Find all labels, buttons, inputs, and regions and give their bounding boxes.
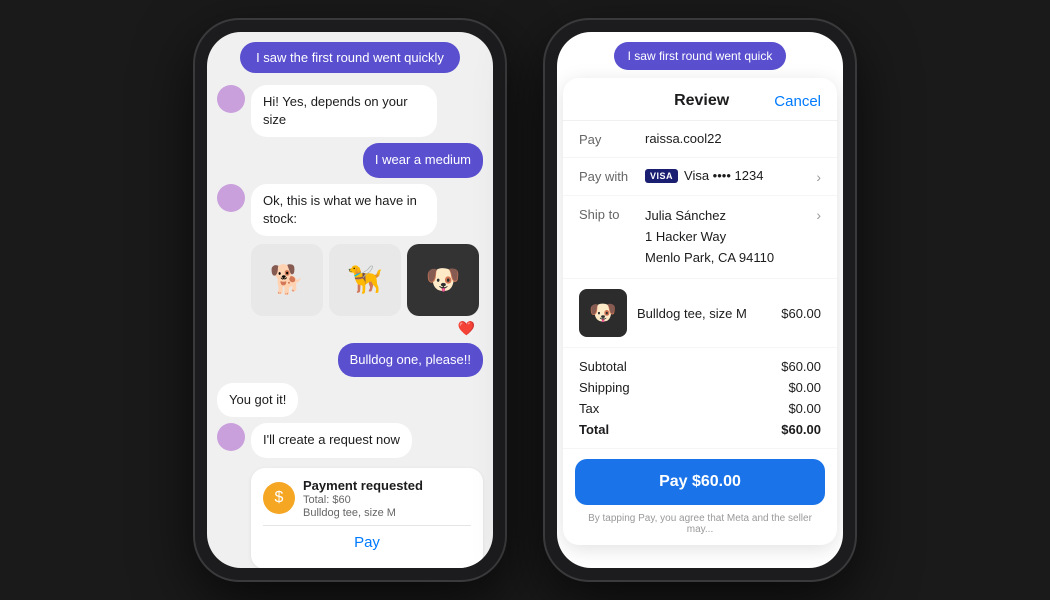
bubble-incoming: Hi! Yes, depends on your size xyxy=(251,85,437,137)
ship-to-label: Ship to xyxy=(579,206,637,222)
pay-button-chat[interactable]: Pay xyxy=(263,525,471,559)
shipping-label: Shipping xyxy=(579,380,630,395)
dog-shirt-icon-2: 🦮 xyxy=(329,244,401,316)
pay-value: raissa.cool22 xyxy=(645,131,821,146)
review-header-bubble: I saw first round went quick xyxy=(614,42,787,70)
product-images: 🐕 🦮 🐶 xyxy=(251,244,483,316)
message-row: Ok, this is what we have in stock: xyxy=(217,184,483,236)
payment-card: $ Payment requested Total: $60 Bulldog t… xyxy=(251,468,483,569)
cancel-button[interactable]: Cancel xyxy=(774,93,821,110)
avatar xyxy=(217,184,245,212)
chat-header-bubble: I saw the first round went quickly xyxy=(240,42,460,73)
pay-label: Pay xyxy=(579,131,637,147)
message-row: Hi! Yes, depends on your size xyxy=(217,85,483,137)
shipping-value: $0.00 xyxy=(788,380,821,395)
chevron-right-icon: › xyxy=(816,207,821,223)
bulldog-shirt-icon: 🐶 xyxy=(407,244,479,316)
tax-value: $0.00 xyxy=(788,401,821,416)
bubble-incoming: I'll create a request now xyxy=(251,423,412,457)
pay-with-row[interactable]: Pay with VISA Visa •••• 1234 › xyxy=(563,158,837,196)
product-thumbnail: 🐶 xyxy=(579,289,627,337)
avatar xyxy=(217,85,245,113)
chevron-right-icon: › xyxy=(816,169,821,185)
product-image-2[interactable]: 🦮 xyxy=(329,244,401,316)
payment-item: Bulldog tee, size M xyxy=(303,507,423,519)
message-row: I'll create a request now xyxy=(217,423,483,457)
ship-name: Julia Sánchez xyxy=(645,208,726,223)
product-row: 🐶 Bulldog tee, size M $60.00 xyxy=(563,279,837,348)
review-panel: Review Cancel Pay raissa.cool22 Pay with… xyxy=(563,78,837,545)
fine-print: By tapping Pay, you agree that Meta and … xyxy=(563,513,837,545)
total-label: Total xyxy=(579,422,609,437)
total-row: Total $60.00 xyxy=(579,419,821,440)
bubble-outgoing: I wear a medium xyxy=(363,143,483,177)
review-phone: I saw first round went quick Review Canc… xyxy=(545,20,855,580)
bubble-incoming: You got it! xyxy=(217,383,298,417)
visa-card-number: Visa •••• 1234 xyxy=(684,168,763,183)
ship-to-row[interactable]: Ship to Julia Sánchez 1 Hacker Way Menlo… xyxy=(563,196,837,279)
bubble-incoming: Ok, this is what we have in stock: xyxy=(251,184,437,236)
payment-total: Total: $60 xyxy=(303,494,423,506)
product-name: Bulldog tee, size M xyxy=(637,306,771,321)
ship-address1: 1 Hacker Way xyxy=(645,229,726,244)
subtotal-row: Subtotal $60.00 xyxy=(579,356,821,377)
shipping-row: Shipping $0.00 xyxy=(579,377,821,398)
avatar xyxy=(217,423,245,451)
heart-emoji: ❤️ xyxy=(217,320,483,337)
message-row: You got it! xyxy=(217,383,483,417)
chat-messages: Hi! Yes, depends on your size I wear a m… xyxy=(207,81,493,568)
total-value: $60.00 xyxy=(781,422,821,437)
tax-label: Tax xyxy=(579,401,599,416)
pay-row: Pay raissa.cool22 xyxy=(563,121,837,158)
tax-row: Tax $0.00 xyxy=(579,398,821,419)
product-image-3[interactable]: 🐶 xyxy=(407,244,479,316)
pay-with-label: Pay with xyxy=(579,168,637,184)
subtotal-value: $60.00 xyxy=(781,359,821,374)
pay-with-value: VISA Visa •••• 1234 xyxy=(645,168,808,183)
totals-section: Subtotal $60.00 Shipping $0.00 Tax $0.00… xyxy=(563,348,837,449)
product-image-1[interactable]: 🐕 xyxy=(251,244,323,316)
payment-title: Payment requested xyxy=(303,478,423,493)
ship-address2: Menlo Park, CA 94110 xyxy=(645,250,774,265)
visa-badge: VISA xyxy=(645,169,678,183)
message-row: Bulldog one, please!! xyxy=(217,343,483,377)
chat-screen: I saw the first round went quickly Hi! Y… xyxy=(207,32,493,568)
payment-card-header: $ Payment requested Total: $60 Bulldog t… xyxy=(263,478,471,519)
review-screen: I saw first round went quick Review Canc… xyxy=(557,32,843,568)
product-price: $60.00 xyxy=(781,306,821,321)
subtotal-label: Subtotal xyxy=(579,359,627,374)
payment-icon: $ xyxy=(263,482,295,514)
dog-shirt-icon: 🐕 xyxy=(251,244,323,316)
review-title-row: Review Cancel xyxy=(563,78,837,121)
review-title: Review xyxy=(674,92,729,110)
pay-button[interactable]: Pay $60.00 xyxy=(575,459,825,505)
ship-address: Julia Sánchez 1 Hacker Way Menlo Park, C… xyxy=(645,206,808,268)
message-row: I wear a medium xyxy=(217,143,483,177)
bubble-outgoing: Bulldog one, please!! xyxy=(338,343,483,377)
chat-phone: I saw the first round went quickly Hi! Y… xyxy=(195,20,505,580)
